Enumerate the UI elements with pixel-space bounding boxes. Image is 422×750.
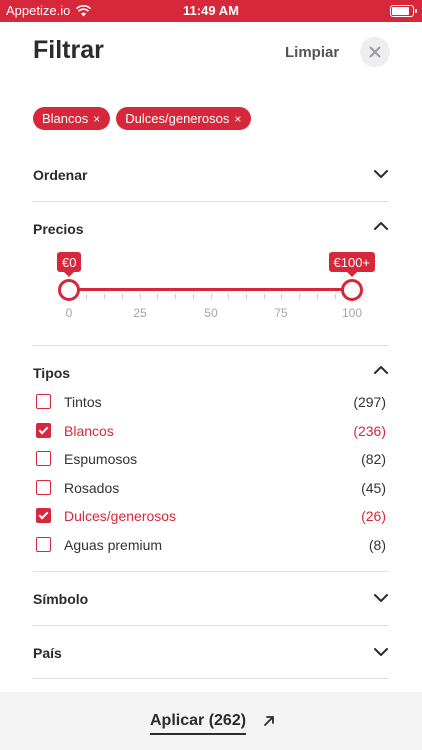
type-option-dulces-generosos[interactable]: Dulces/generosos (26) bbox=[33, 504, 386, 528]
chevron-up-icon[interactable] bbox=[373, 362, 389, 378]
type-name: Aguas premium bbox=[64, 537, 163, 553]
type-option-aguas-premium[interactable]: Aguas premium (8) bbox=[33, 533, 386, 557]
type-count: (26) bbox=[361, 508, 386, 524]
slider-tick bbox=[281, 294, 282, 299]
slider-tick bbox=[264, 294, 265, 299]
filter-chip-blancos[interactable]: Blancos × bbox=[33, 107, 111, 130]
filter-header: Filtrar Limpiar bbox=[0, 22, 422, 86]
divider bbox=[33, 678, 389, 679]
type-option-tintos[interactable]: Tintos (297) bbox=[33, 390, 386, 414]
slider-tick bbox=[246, 294, 247, 299]
slider-tick-label: 0 bbox=[65, 306, 73, 320]
checkbox-checked[interactable] bbox=[36, 508, 51, 523]
section-types-label: Tipos bbox=[33, 365, 71, 381]
chip-remove-icon[interactable]: × bbox=[93, 112, 100, 126]
slider-tick bbox=[335, 294, 336, 299]
price-max-handle[interactable] bbox=[341, 279, 363, 301]
slider-track[interactable] bbox=[69, 288, 352, 291]
price-max-tooltip: €100+ bbox=[328, 252, 376, 277]
checkbox[interactable] bbox=[36, 537, 51, 552]
price-range-slider: €0 €100+ 0 25 50 75 100 bbox=[33, 250, 389, 325]
type-name: Tintos bbox=[64, 394, 102, 410]
battery-level bbox=[392, 7, 409, 15]
type-count: (45) bbox=[361, 480, 386, 496]
divider bbox=[33, 345, 389, 346]
type-name: Blancos bbox=[64, 423, 114, 439]
type-count: (82) bbox=[361, 451, 386, 467]
section-symbol-label: Símbolo bbox=[33, 591, 89, 607]
type-name: Dulces/generosos bbox=[64, 508, 177, 524]
active-filter-chips: Blancos × Dulces/generosos × bbox=[33, 107, 252, 130]
type-option-rosados[interactable]: Rosados (45) bbox=[33, 476, 386, 500]
type-count: (297) bbox=[353, 394, 386, 410]
slider-tick-label: 75 bbox=[274, 306, 288, 320]
slider-tick-label: 50 bbox=[204, 306, 218, 320]
section-prices-label: Precios bbox=[33, 221, 84, 237]
slider-tick bbox=[86, 294, 87, 299]
chip-remove-icon[interactable]: × bbox=[234, 112, 241, 126]
section-types[interactable]: Tipos bbox=[33, 362, 389, 384]
slider-tick-label: 25 bbox=[133, 306, 147, 320]
price-min-tooltip: €0 bbox=[57, 252, 82, 277]
status-bar: Appetize.io 11:49 AM bbox=[0, 0, 422, 22]
slider-tick bbox=[157, 294, 158, 299]
chevron-down-icon[interactable] bbox=[373, 166, 389, 182]
type-option-blancos[interactable]: Blancos (236) bbox=[33, 419, 386, 443]
clear-filters-button[interactable]: Limpiar bbox=[285, 44, 339, 61]
slider-tick-label: 100 bbox=[341, 306, 363, 320]
section-country[interactable]: País bbox=[33, 642, 389, 664]
chevron-up-icon[interactable] bbox=[373, 218, 389, 234]
section-order-label: Ordenar bbox=[33, 167, 88, 183]
section-prices[interactable]: Precios bbox=[33, 218, 389, 240]
slider-tick bbox=[228, 294, 229, 299]
check-icon bbox=[38, 424, 49, 435]
section-country-label: País bbox=[33, 645, 62, 661]
filter-chip-dulces-generosos[interactable]: Dulces/generosos × bbox=[116, 107, 252, 130]
chip-label: Dulces/generosos bbox=[125, 111, 230, 126]
page-title: Filtrar bbox=[33, 36, 104, 64]
check-icon bbox=[38, 509, 49, 520]
type-count: (8) bbox=[368, 537, 386, 553]
checkbox[interactable] bbox=[36, 451, 51, 466]
checkbox[interactable] bbox=[36, 480, 51, 495]
chevron-down-icon[interactable] bbox=[373, 590, 389, 606]
type-count: (236) bbox=[353, 423, 386, 439]
chip-label: Blancos bbox=[42, 111, 89, 126]
chevron-down-icon[interactable] bbox=[373, 644, 389, 660]
checkbox-checked[interactable] bbox=[36, 423, 51, 438]
section-order[interactable]: Ordenar bbox=[33, 164, 389, 186]
slider-tick bbox=[193, 294, 194, 299]
checkbox[interactable] bbox=[36, 394, 51, 409]
type-name: Espumosos bbox=[64, 451, 138, 467]
close-button[interactable] bbox=[360, 37, 390, 67]
arrow-up-right-icon[interactable] bbox=[262, 714, 276, 728]
slider-tick bbox=[104, 294, 105, 299]
apply-button[interactable]: Aplicar (262) bbox=[150, 712, 247, 735]
slider-tick bbox=[140, 294, 141, 299]
slider-tick bbox=[122, 294, 123, 299]
slider-tick bbox=[299, 294, 300, 299]
close-icon bbox=[369, 46, 381, 58]
slider-tick bbox=[175, 294, 176, 299]
status-time: 11:49 AM bbox=[183, 3, 239, 18]
type-option-espumosos[interactable]: Espumosos (82) bbox=[33, 447, 386, 471]
slider-tick bbox=[317, 294, 318, 299]
divider bbox=[33, 625, 389, 626]
slider-tick bbox=[211, 294, 212, 299]
apply-footer: Aplicar (262) bbox=[0, 692, 422, 750]
divider bbox=[33, 571, 389, 572]
section-symbol[interactable]: Símbolo bbox=[33, 588, 389, 610]
battery-icon bbox=[390, 5, 417, 17]
type-name: Rosados bbox=[64, 480, 120, 496]
divider bbox=[33, 201, 389, 202]
price-min-handle[interactable] bbox=[58, 279, 80, 301]
